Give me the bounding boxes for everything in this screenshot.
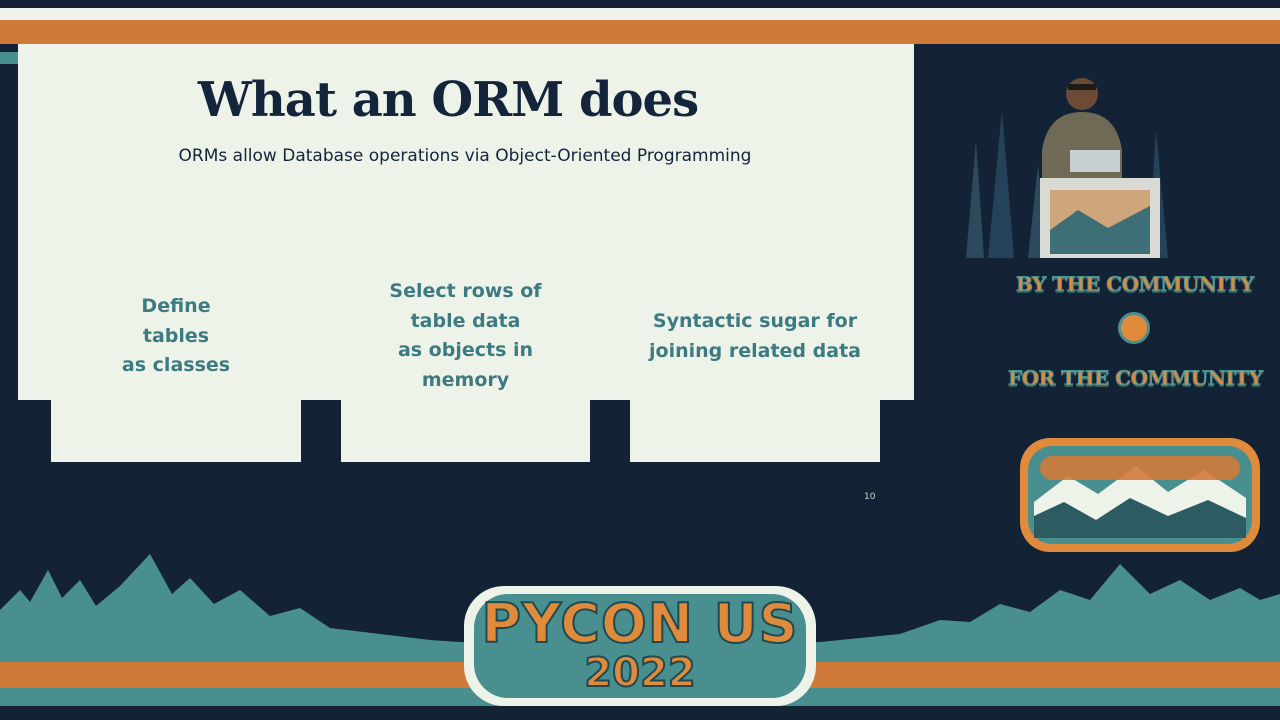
pycon-logo: PYCON US 2022: [460, 584, 820, 708]
tagline-for-the-community: FOR THE COMMUNITY: [1008, 366, 1264, 391]
top-stripe-teal: [0, 52, 18, 64]
page-number: 10: [864, 492, 876, 502]
event-badge-logo: [1020, 438, 1260, 552]
slide-subtitle: ORMs allow Database operations via Objec…: [178, 146, 752, 166]
column-select-rows: Select rows of table data as objects in …: [389, 280, 542, 391]
column-syntactic-sugar: Syntactic sugar for joining related data: [649, 310, 861, 362]
column-define-tables: Define tables as classes: [121, 295, 231, 376]
top-stripe-cream: [0, 8, 1280, 20]
pycon-event-year: 2022: [583, 649, 696, 697]
slide-tab-2: [341, 400, 590, 462]
slide-title: What an ORM does: [197, 72, 699, 128]
pycon-event-name: PYCON US: [480, 591, 799, 656]
slide-tab-1: [51, 400, 301, 462]
slide-tab-3: [630, 400, 880, 462]
tagline-by-the-community: BY THE COMMUNITY: [1016, 272, 1255, 297]
video-frame: { "slide": { "title": "What an ORM does"…: [0, 0, 1280, 720]
speaker-video-feed: [958, 70, 1180, 258]
top-stripe-orange: [0, 20, 1280, 44]
community-dot-icon: [1118, 312, 1150, 344]
